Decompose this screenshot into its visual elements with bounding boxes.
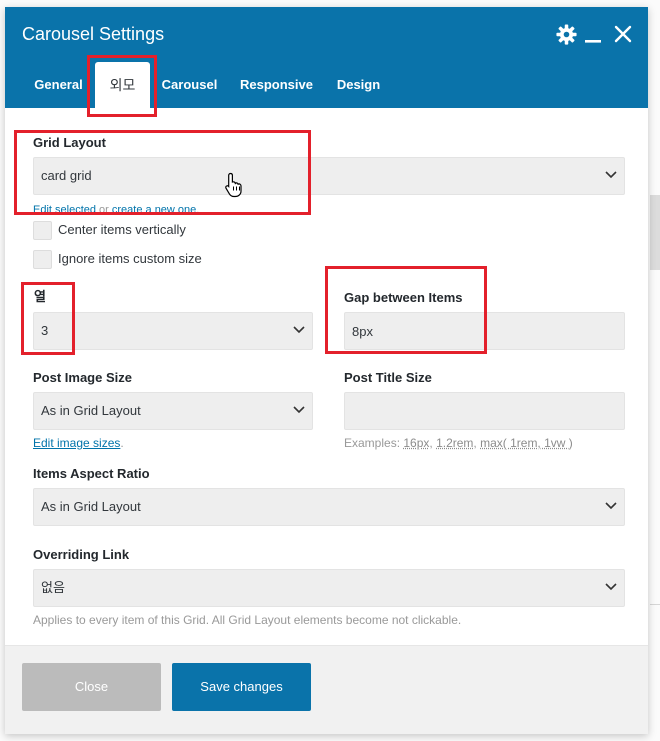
example-value: max( 1rem, 1vw ) [480,436,573,450]
post-image-size-select[interactable]: As in Grid Layout [33,392,313,430]
tab-bar: General 외모 Carousel Responsive Design [22,62,393,108]
items-aspect-ratio-select[interactable]: As in Grid Layout [33,488,625,526]
annotation-box-gap [325,266,487,354]
center-items-vertically-label[interactable]: Center items vertically [58,222,186,238]
ignore-custom-size-checkbox[interactable] [33,250,52,269]
post-title-size-examples: Examples: 16px, 1.2rem, max( 1rem, 1vw ) [344,436,573,450]
dialog-footer: Close Save changes [5,645,648,734]
overriding-link-select[interactable]: 없음 [33,569,625,607]
columns-select[interactable]: 3 [33,312,313,350]
example-value: 16px [403,436,430,450]
edit-image-sizes-suffix: . [120,436,124,450]
chevron-down-icon [293,326,305,334]
background-page-divider [650,604,660,605]
dialog-title: Carousel Settings [22,24,165,44]
close-icon[interactable] [614,25,632,43]
gear-icon[interactable] [556,24,577,45]
chevron-down-icon [605,171,617,179]
post-title-size-input[interactable] [344,392,625,430]
center-items-vertically-checkbox[interactable] [33,221,52,240]
overriding-link-value: 없음 [41,580,65,595]
example-value: 1.2rem [436,436,474,450]
items-aspect-ratio-label: Items Aspect Ratio [33,466,150,481]
annotation-box-tab [87,55,157,117]
chevron-down-icon [605,502,617,510]
tab-general[interactable]: General [22,62,95,108]
items-aspect-ratio-value: As in Grid Layout [41,499,141,514]
overriding-link-label: Overriding Link [33,547,130,562]
post-image-size-label: Post Image Size [33,370,132,385]
overriding-link-help: Applies to every item of this Grid. All … [33,613,462,627]
post-image-size-value: As in Grid Layout [41,403,141,418]
post-title-size-label: Post Title Size [344,370,432,385]
tab-design[interactable]: Design [324,62,393,108]
edit-image-sizes-link[interactable]: Edit image sizes [33,436,120,450]
background-page [650,195,660,270]
annotation-box-columns [21,282,75,355]
chevron-down-icon [605,583,617,591]
save-changes-button[interactable]: Save changes [172,663,311,711]
minimize-icon[interactable] [585,31,601,43]
hand-pointer-icon [225,172,242,198]
annotation-box-grid-layout [14,130,311,215]
tab-carousel[interactable]: Carousel [150,62,229,108]
examples-prefix: Examples: [344,436,404,450]
chevron-down-icon [293,406,305,414]
close-button[interactable]: Close [22,663,161,711]
ignore-custom-size-label[interactable]: Ignore items custom size [58,251,202,267]
tab-responsive[interactable]: Responsive [229,62,324,108]
post-image-size-help: Edit image sizes. [33,436,124,450]
